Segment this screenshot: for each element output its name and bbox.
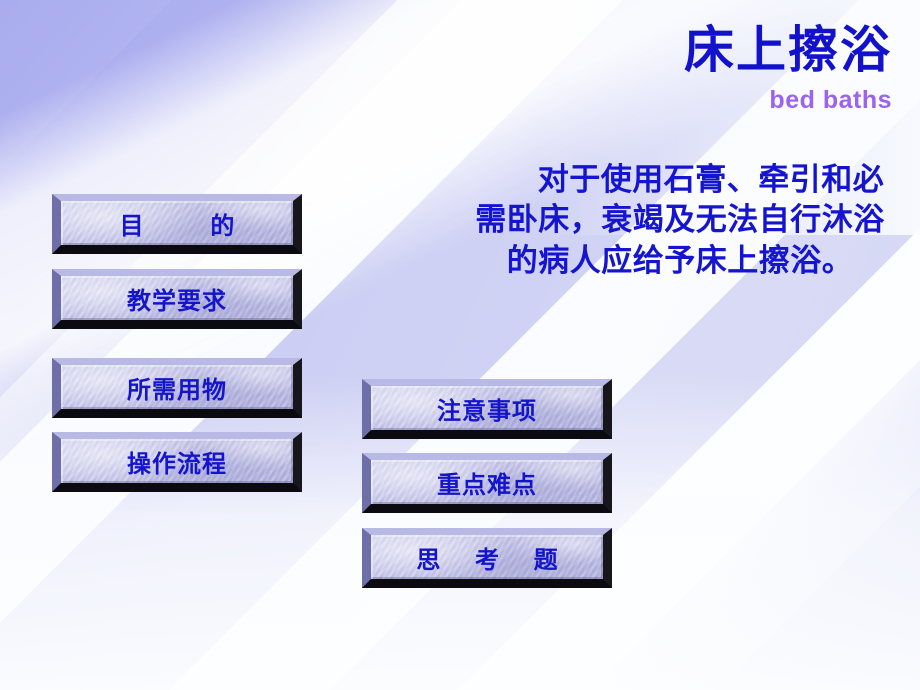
- slide-canvas: 床上擦浴 bed baths 对于使用石膏、牵引和必需卧床，衰竭及无法自行沐浴的…: [0, 0, 920, 690]
- nav-button-purpose[interactable]: 目 的: [52, 194, 302, 254]
- body-paragraph-text: 对于使用石膏、牵引和必需卧床，衰竭及无法自行沐浴的病人应给予床上擦浴。: [475, 162, 885, 278]
- nav-button-teaching-requirements-label: 教学要求: [127, 287, 227, 315]
- nav-button-operation-procedure[interactable]: 操作流程: [52, 432, 302, 492]
- nav-button-precautions[interactable]: 注意事项: [362, 379, 612, 439]
- nav-button-required-supplies-label: 所需用物: [127, 376, 227, 404]
- nav-button-purpose-label: 目 的: [119, 212, 265, 240]
- body-paragraph: 对于使用石膏、牵引和必需卧床，衰竭及无法自行沐浴的病人应给予床上擦浴。: [470, 160, 890, 281]
- nav-button-teaching-requirements[interactable]: 教学要求: [52, 269, 302, 329]
- slide-subtitle: bed baths: [769, 86, 892, 114]
- nav-button-thinking-questions[interactable]: 思 考 题: [362, 528, 612, 588]
- nav-button-key-difficulties-label: 重点难点: [437, 471, 537, 499]
- slide-title: 床上擦浴: [684, 22, 892, 78]
- nav-button-thinking-questions-label: 思 考 题: [416, 546, 572, 574]
- nav-button-key-difficulties[interactable]: 重点难点: [362, 453, 612, 513]
- nav-button-precautions-label: 注意事项: [437, 397, 537, 425]
- nav-button-required-supplies[interactable]: 所需用物: [52, 358, 302, 418]
- nav-button-operation-procedure-label: 操作流程: [127, 450, 227, 478]
